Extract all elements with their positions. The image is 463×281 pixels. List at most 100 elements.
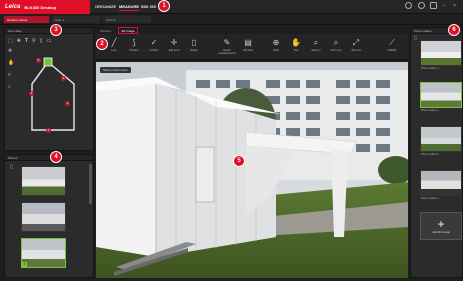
tool-zoom-out-label: Zoom out [330,49,342,52]
tool-polyline[interactable]: ⟆ Polyline [126,37,142,52]
settings-icon[interactable] [430,2,437,9]
gallery-thumb-3[interactable] [420,126,462,152]
close-icon[interactable]: × [453,3,456,9]
tool-delete[interactable]: ▯ Delete [186,37,202,52]
plan-marker-1[interactable]: 1 [61,76,66,81]
tool-3d-view[interactable]: ▤ 3D View [240,37,256,52]
gallery-thumb-1[interactable] [420,40,462,66]
plan-marker-3[interactable]: 3 [65,101,70,106]
add-icon[interactable]: ✚ [8,48,14,54]
container-door [195,146,215,203]
tool-confirm[interactable]: ✓ Confirm [146,37,162,52]
gallery-thumb-4[interactable] [420,170,462,196]
tab-project[interactable]: Harbour House [4,16,49,23]
export-icon: ✎ [223,38,231,47]
photo-delete-icon[interactable]: ▯ [10,164,13,170]
tab-pictures[interactable]: Pictures [100,27,118,34]
user-icon[interactable] [418,2,425,9]
check-icon: ✓ [150,38,158,47]
brand-logo: Leica [5,4,21,10]
3d-view-icon: ▤ [244,38,252,47]
hand-icon[interactable]: ✋ [8,60,14,66]
plan-side-toolbar: ✚ ✋ ≡ ⌕ [8,48,14,90]
nav-measure[interactable]: MEASURE [119,4,140,11]
tool-zoom-in[interactable]: ⌕ Zoom in [308,37,324,52]
minimize-icon[interactable]: – [443,3,446,9]
gallery-thumb-1-label: Photo Gallery 1 [421,67,439,70]
tool-zoom-in-label: Zoom in [311,49,321,52]
tool-line-label: Line [111,49,117,52]
plan-toolbar: ⬚ ✥ T ⚲ ▯ ▭ [8,38,51,44]
trash-icon: ▯ [191,38,197,47]
pan-icon: ✋ [291,38,301,47]
floor-plan-outline [31,61,75,131]
photos-scrollbar[interactable] [89,164,92,204]
zoom-in-icon: ⌕ [313,38,319,47]
add-icon: + [437,217,445,231]
tool-export[interactable]: ✎ Export measurements [216,37,238,55]
nav-organize[interactable]: ORGANIZE [95,4,116,9]
plan-marker-5[interactable]: 5 [36,58,41,63]
selected-scan-marker [43,57,53,67]
add-point-icon: ✛ [170,38,178,47]
tool-pan[interactable]: ✋ Pan [288,37,304,52]
show-current-view-button[interactable]: Show current view [100,67,131,73]
gallery-thumb-3-label: Photo Gallery 3 [421,153,439,156]
callout-3: 3 [50,24,62,36]
plan-marker-4[interactable]: 4 [46,128,51,133]
tool-pan-label: Pan [293,49,299,52]
gallery-thumb-2-label: Photo Gallery 2 [421,109,439,112]
zoom-fit-icon: ⤢ [352,38,360,47]
callout-4: 4 [50,151,62,163]
scan-viewport[interactable] [96,62,408,278]
tool-confirm-label: Confirm [149,49,159,52]
delete-tool-icon[interactable]: ▯ [40,38,43,44]
zoom-icon[interactable]: ⌕ [8,84,14,90]
tool-orbit[interactable]: ⊕ Orbit [268,37,284,52]
callout-1: 1 [158,0,170,12]
gallery-delete-icon[interactable]: ▯ [414,35,417,41]
tool-orbit-label: Orbit [273,49,279,52]
layers-icon[interactable]: ≡ [8,72,14,78]
tab-scan-1[interactable]: Scan 1 [52,16,100,23]
nav-bim360[interactable]: BIM 360 [141,4,156,9]
plan-marker-2[interactable]: 2 [29,91,34,96]
photo-thumb-3[interactable] [21,238,66,268]
floor-plan-header: Floor Map [5,28,93,34]
tool-delete-label: Delete [190,49,198,52]
gallery-thumb-2[interactable] [420,82,462,108]
orbit-icon: ⊕ [272,38,280,47]
tool-line[interactable]: ╱ Line [106,37,122,52]
tool-add-point-label: Add point [168,49,180,52]
image-tool-icon[interactable]: ▭ [46,38,51,44]
tab-scan-2[interactable]: Scan 2 [103,16,151,23]
tool-zoom-fit-label: Zoom fit [351,49,361,52]
select-tool-icon[interactable]: ⬚ [8,38,13,44]
brand-title: BLK360 Desktop [24,4,57,10]
add-2d-image-label: Add 2D Image [432,230,450,234]
photo-thumb-1[interactable] [21,166,66,196]
zoom-out-icon: ⌕ [333,38,339,47]
text-tool-icon[interactable]: T [25,38,28,44]
pin-tool-icon[interactable]: ⚲ [32,38,36,44]
gallery-thumb-4-label: Photo Gallery 4 [421,197,439,200]
add-2d-image-button[interactable]: + Add 2D Image [420,212,462,240]
tool-zoom-out[interactable]: ⌕ Zoom out [328,37,344,52]
photo-thumb-2[interactable] [21,202,66,232]
tab-2d-image[interactable]: 2D Image [118,27,138,34]
info-icon[interactable] [405,2,412,9]
visibility-icon: ⟋ [389,38,395,47]
tool-visibility[interactable]: ⟋ Visibility [382,37,402,52]
pan-tool-icon[interactable]: ✥ [17,38,21,44]
tool-3d-view-label: 3D View [243,49,253,52]
photo-index-badge: 3 [22,262,27,267]
callout-6: 6 [448,24,460,36]
line-icon: ╱ [111,38,117,47]
tool-add-point[interactable]: ✛ Add point [166,37,182,52]
tool-polyline-label: Polyline [129,49,139,52]
tool-zoom-fit[interactable]: ⤢ Zoom fit [348,37,364,52]
tool-visibility-label: Visibility [387,49,397,52]
photos-header: Photos [5,155,93,161]
callout-5: 5 [233,155,245,167]
polyline-icon: ⟆ [132,38,136,47]
